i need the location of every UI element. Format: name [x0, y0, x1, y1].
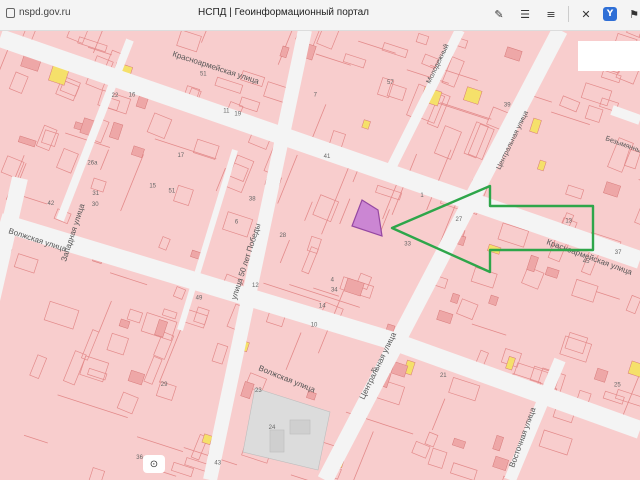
toolbar-divider: [568, 6, 569, 22]
extension-icon[interactable]: ✕: [577, 5, 595, 23]
parcel-number: 15: [149, 183, 156, 189]
parcel-number: 26a: [87, 160, 98, 166]
url-text: nspd.gov.ru: [19, 7, 71, 18]
parcel-number: 27: [456, 217, 463, 223]
parcel-number: 38: [249, 196, 256, 202]
parcel-number: 34: [331, 288, 338, 294]
parcel-number: 51: [168, 188, 175, 194]
yandex-icon[interactable]: Y: [603, 7, 617, 21]
shield-icon[interactable]: ⚑: [625, 5, 640, 23]
parcel-number: 23: [255, 388, 262, 394]
pin-icon[interactable]: ✎: [490, 5, 508, 23]
menu-icon[interactable]: ≡: [542, 5, 560, 23]
parcel-number: 14: [319, 303, 326, 309]
parcel-number: 37: [615, 250, 622, 256]
lock-icon: [6, 7, 15, 18]
browser-topbar: nspd.gov.ru НСПД | Геоинформационный пор…: [0, 0, 640, 31]
parcel-number: 49: [196, 295, 203, 301]
parcel-number: 19: [234, 112, 241, 118]
parcel-number: 22: [112, 93, 119, 99]
page-title: НСПД | Геоинформационный портал: [198, 7, 369, 18]
address-bar[interactable]: nspd.gov.ru: [6, 7, 71, 18]
parcel-number: 41: [324, 154, 331, 160]
parcel-number: 57: [387, 80, 394, 86]
locate-icon[interactable]: ⊙: [143, 455, 165, 473]
parcel-number: 33: [404, 242, 411, 248]
parcel-number: 21: [440, 373, 447, 379]
parcel-number: 11: [223, 108, 230, 114]
parcel-number: 42: [47, 201, 54, 207]
back-icon[interactable]: ☰: [516, 5, 534, 23]
parcel-number: 31: [92, 191, 99, 197]
parcel-number: 39: [504, 103, 511, 109]
parcel-number: 43: [214, 461, 221, 467]
cadastral-map[interactable]: Красноармейская улица Красноармейская ул…: [0, 30, 640, 480]
parcel-number: 16: [129, 92, 136, 98]
parcel-number: 25: [614, 382, 621, 388]
parcel-number: 30: [92, 202, 99, 208]
parcel-number: 45: [583, 259, 590, 265]
parcel-number: 24: [269, 425, 276, 431]
parcel-number: 28: [279, 233, 286, 239]
parcel-number: 13: [565, 219, 572, 225]
browser-icons: ✎ ☰ ≡ ✕ Y ⚑ ⋮: [490, 5, 640, 23]
parcel-number: 47: [371, 368, 378, 374]
parcel-number: 12: [252, 283, 259, 289]
parcel-number: 17: [177, 153, 184, 159]
parcel-number: 51: [200, 72, 207, 78]
parcel-number: 10: [311, 323, 318, 329]
map-panel-stub: [578, 41, 640, 71]
parcel-number: 29: [161, 382, 168, 388]
